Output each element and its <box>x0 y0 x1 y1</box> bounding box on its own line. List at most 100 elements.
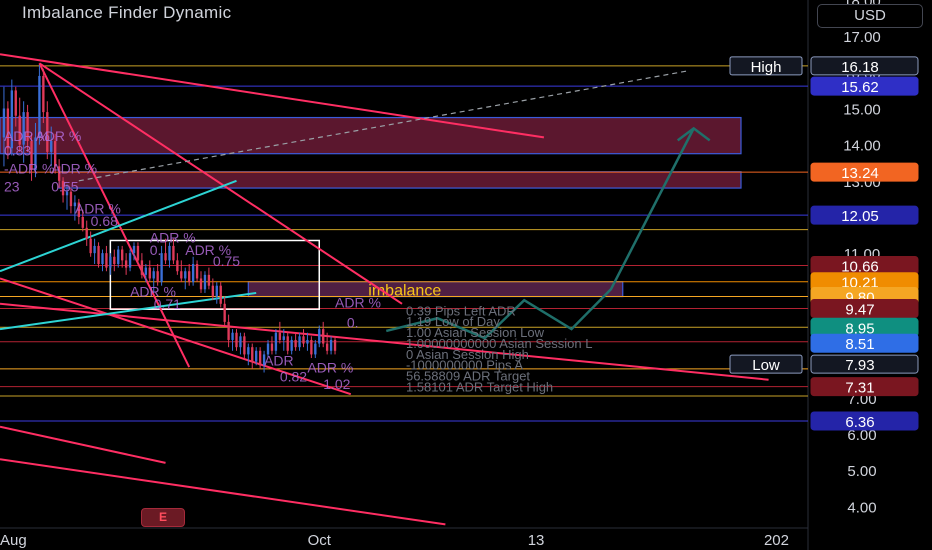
adr-annotation-16: 0. <box>347 314 359 330</box>
candle-body-72[interactable] <box>286 336 289 351</box>
candle-body-32[interactable] <box>128 253 132 268</box>
adr-annotation-1: ADR % <box>35 128 81 144</box>
candle-body-43[interactable] <box>172 245 175 261</box>
adr-annotation-17: ADR <box>264 352 294 368</box>
candle-body-77[interactable] <box>306 339 309 344</box>
candle-body-64[interactable] <box>255 350 258 362</box>
currency-button[interactable]: USD <box>817 4 923 28</box>
adr-annotation-19: 0.82 <box>280 369 307 385</box>
adr-annotation-3: -ADR % <box>4 161 55 177</box>
candle-body-59[interactable] <box>235 332 238 348</box>
candle-body-71[interactable] <box>282 336 285 340</box>
candle-body-60[interactable] <box>239 336 242 348</box>
info-line-7: 1.58101 ADR Target High <box>406 379 553 394</box>
candle-body-10[interactable] <box>42 75 45 113</box>
candle-body-78[interactable] <box>310 339 313 355</box>
candle-body-58[interactable] <box>231 332 234 340</box>
price-tag-label-9: 8.51 <box>845 336 874 353</box>
adr-annotation-20: 1.02 <box>323 376 350 392</box>
candle-body-75[interactable] <box>298 336 301 348</box>
candle-body-35[interactable] <box>140 260 144 275</box>
candle-body-83[interactable] <box>329 339 333 351</box>
candle-body-74[interactable] <box>294 339 297 348</box>
candle-body-47[interactable] <box>188 271 191 283</box>
candle-body-44[interactable] <box>176 260 179 272</box>
candle-body-25[interactable] <box>101 253 104 264</box>
candle-body-27[interactable] <box>109 256 112 268</box>
candle-body-65[interactable] <box>258 350 262 366</box>
price-tag-label-11: 7.31 <box>845 380 874 397</box>
candle-body-81[interactable] <box>322 329 325 344</box>
candle-body-28[interactable] <box>113 256 116 264</box>
candle-body-57[interactable] <box>227 321 230 340</box>
earnings-badge[interactable]: E <box>141 508 185 527</box>
candle-body-46[interactable] <box>184 271 187 279</box>
imbalance-zone-0[interactable] <box>0 116 742 155</box>
y-tick-label-14: 4.00 <box>847 499 876 516</box>
y-tick-label-3: 15.00 <box>843 101 881 118</box>
candle-body-68[interactable] <box>270 343 274 351</box>
imbalance-zone-1[interactable] <box>58 171 742 189</box>
candle-body-73[interactable] <box>290 339 293 351</box>
candle-body-48[interactable] <box>191 264 195 283</box>
candle-body-42[interactable] <box>168 245 171 261</box>
candle-body-22[interactable] <box>89 238 92 254</box>
adr-annotation-14: 0.71 <box>154 296 181 312</box>
candle-body-30[interactable] <box>121 249 124 261</box>
candle-body-69[interactable] <box>274 332 278 351</box>
candle-body-26[interactable] <box>105 253 108 268</box>
candle-body-45[interactable] <box>180 271 183 279</box>
price-tag-label-10: 7.93 <box>845 357 874 374</box>
candle-body-63[interactable] <box>251 347 254 362</box>
candle-body-34[interactable] <box>136 245 140 261</box>
candle-body-84[interactable] <box>333 339 337 351</box>
candle-body-21[interactable] <box>85 227 88 239</box>
price-tag-label-3: 12.05 <box>841 208 879 225</box>
indicator-title: Imbalance Finder Dynamic <box>22 3 232 22</box>
candle-body-23[interactable] <box>93 245 96 254</box>
candle-body-33[interactable] <box>132 245 136 254</box>
candle-body-37[interactable] <box>148 267 151 279</box>
candle-body-70[interactable] <box>278 332 282 340</box>
adr-annotation-2: 0.83 <box>4 143 31 159</box>
candle-body-20[interactable] <box>81 216 84 228</box>
candle-body-36[interactable] <box>144 267 148 275</box>
candle-body-41[interactable] <box>164 253 167 261</box>
price-tag-label-2: 13.24 <box>841 165 879 182</box>
trend-line-5[interactable] <box>0 425 166 464</box>
adr-annotation-6: 0.55 <box>51 179 78 195</box>
candle-body-53[interactable] <box>211 285 215 297</box>
candle-body-62[interactable] <box>247 347 250 355</box>
candle-body-76[interactable] <box>302 336 305 344</box>
x-tick-label-2: 13 <box>528 532 545 549</box>
candle-body-55[interactable] <box>219 285 222 304</box>
candle-body-52[interactable] <box>207 274 211 286</box>
candle-body-24[interactable] <box>97 245 100 264</box>
candle-body-38[interactable] <box>152 271 155 279</box>
candle-body-54[interactable] <box>215 285 218 297</box>
adr-annotation-10: 0. <box>150 242 162 258</box>
price-tag-label-1: 15.62 <box>841 79 879 96</box>
price-tag-label-7: 9.47 <box>845 301 874 318</box>
candle-body-82[interactable] <box>325 343 329 351</box>
adr-annotation-15: ADR % <box>335 294 381 310</box>
candle-body-61[interactable] <box>243 336 246 355</box>
candle-body-39[interactable] <box>156 271 159 283</box>
y-tick-label-1: 17.00 <box>843 29 881 46</box>
candle-body-3[interactable] <box>14 90 17 116</box>
candle-body-50[interactable] <box>199 278 203 290</box>
x-tick-label-0: Aug <box>0 532 27 549</box>
candle-body-31[interactable] <box>124 260 128 268</box>
candle-body-79[interactable] <box>314 343 317 355</box>
trend-line-6[interactable] <box>0 458 446 526</box>
candle-body-56[interactable] <box>223 303 226 322</box>
candle-body-49[interactable] <box>195 264 199 279</box>
price-chart[interactable]: imbalanceADR %ADR %0.83-ADR %ADR %23 0.55… <box>0 0 932 550</box>
candle-body-29[interactable] <box>117 249 120 264</box>
candle-body-80[interactable] <box>318 329 321 344</box>
y-tick-label-4: 14.00 <box>843 138 881 155</box>
candle-body-51[interactable] <box>203 274 207 290</box>
trend-line-8[interactable] <box>0 291 257 331</box>
adr-annotation-4: ADR % <box>51 161 97 177</box>
price-tag-label-12: 6.36 <box>845 414 874 431</box>
